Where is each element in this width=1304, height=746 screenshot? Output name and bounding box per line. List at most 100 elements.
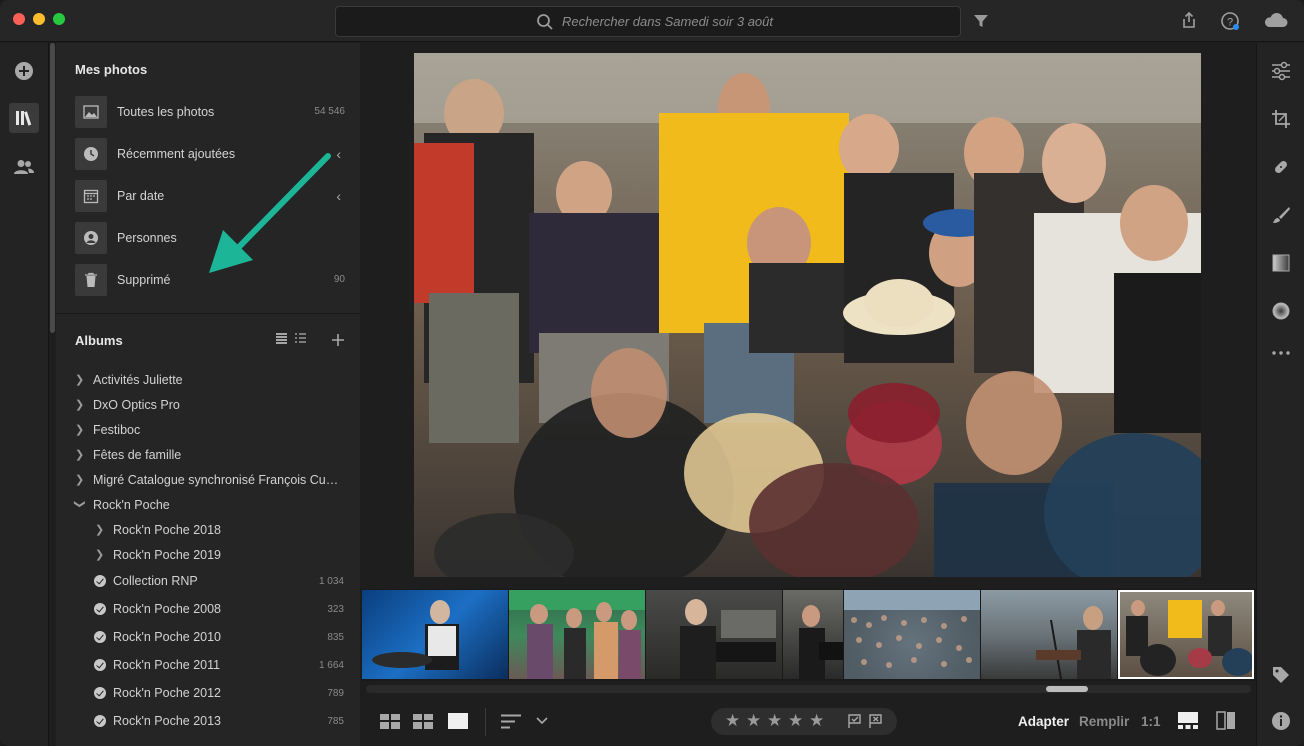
synced-check-icon	[94, 715, 106, 727]
album-count: 1 034	[318, 576, 344, 587]
album-subfolder[interactable]: ❯ Rock'n Poche 2018	[75, 521, 355, 541]
album-item[interactable]: Rock'n Poche 2012 789	[75, 684, 355, 704]
chevron-left-icon[interactable]: ‹	[336, 188, 341, 204]
album-folder[interactable]: ❯ DxO Optics Pro	[75, 396, 355, 416]
album-folder[interactable]: ❯ Migré Catalogue synchronisé François C…	[75, 471, 355, 491]
filmstrip-scrollbar[interactable]	[366, 685, 1251, 693]
one-to-one-button[interactable]: 1:1	[1141, 714, 1161, 729]
radial-gradient-icon[interactable]	[1271, 301, 1291, 321]
star-icon[interactable]: ★	[767, 711, 782, 731]
edit-sliders-icon[interactable]	[1271, 61, 1291, 81]
plus-circle-icon	[15, 62, 33, 80]
chevron-right-icon[interactable]: ❯	[75, 473, 85, 486]
chevron-right-icon[interactable]: ❯	[95, 523, 105, 536]
panel-scrollbar[interactable]	[50, 43, 55, 333]
brush-icon[interactable]	[1271, 205, 1291, 225]
star-icon[interactable]: ★	[809, 711, 824, 731]
add-album-icon[interactable]	[331, 333, 345, 347]
close-window-button[interactable]	[13, 13, 25, 25]
album-subfolder[interactable]: ❯ Rock'n Poche 2019	[75, 546, 355, 566]
help-icon[interactable]: ?	[1220, 11, 1240, 31]
filmstrip-thumbnail[interactable]	[646, 590, 782, 679]
healing-brush-icon[interactable]	[1271, 157, 1291, 177]
chevron-left-icon[interactable]: ‹	[336, 146, 341, 162]
album-label: Collection RNP	[113, 574, 198, 588]
grid-view-icon[interactable]	[413, 714, 433, 729]
chevron-right-icon[interactable]: ❯	[95, 548, 105, 561]
filmstrip-scroll-thumb[interactable]	[1046, 686, 1088, 692]
filmstrip-thumbnail[interactable]	[509, 590, 645, 679]
linear-gradient-icon[interactable]	[1271, 253, 1291, 273]
filmstrip-thumbnail[interactable]	[844, 590, 980, 679]
filmstrip-thumbnail[interactable]	[362, 590, 508, 679]
crowd-photo-image	[414, 53, 1201, 577]
add-photos-button[interactable]	[9, 56, 39, 86]
album-item[interactable]: Rock'n Poche 2008 323	[75, 600, 355, 620]
chevron-down-icon[interactable]: ❯	[74, 500, 87, 510]
calendar-icon	[75, 180, 107, 212]
search-bar[interactable]	[335, 6, 961, 37]
bottom-toolbar: ★ ★ ★ ★ ★ Adapter Remplir 1:1	[361, 698, 1256, 746]
section-divider	[56, 313, 360, 314]
detail-list-icon[interactable]	[294, 332, 307, 344]
album-folder[interactable]: ❯ Activités Juliette	[75, 371, 355, 391]
album-item[interactable]: Rock'n Poche 2010 835	[75, 628, 355, 648]
more-options-icon[interactable]	[1271, 343, 1291, 363]
image-icon	[75, 96, 107, 128]
my-photos-item-all[interactable]: Toutes les photos 54 546	[75, 96, 355, 128]
cloud-sync-icon[interactable]	[1263, 11, 1289, 31]
filmstrip-toggle-icon[interactable]	[1178, 712, 1198, 729]
fill-button[interactable]: Remplir	[1079, 714, 1129, 729]
library-button[interactable]	[9, 103, 39, 133]
info-icon[interactable]	[1271, 711, 1291, 731]
compare-view-icon[interactable]	[1216, 711, 1236, 730]
filmstrip-thumbnail-selected[interactable]	[1118, 590, 1254, 679]
clock-icon	[75, 138, 107, 170]
filter-icon[interactable]	[971, 11, 991, 31]
filmstrip-thumbnail[interactable]	[981, 590, 1117, 679]
chevron-right-icon[interactable]: ❯	[75, 373, 85, 386]
star-icon[interactable]: ★	[788, 711, 803, 731]
people-icon	[14, 160, 34, 174]
chevron-right-icon[interactable]: ❯	[75, 448, 85, 461]
album-folder[interactable]: ❯ Festiboc	[75, 421, 355, 441]
album-label: Rock'n Poche 2011	[113, 658, 221, 672]
library-icon	[16, 111, 32, 126]
main-photo[interactable]	[414, 53, 1201, 577]
sort-icon[interactable]	[501, 714, 523, 729]
search-input[interactable]	[562, 7, 942, 36]
filmstrip-thumbnail[interactable]	[783, 590, 843, 679]
item-count: 54 546	[314, 106, 345, 117]
pick-flag-icon[interactable]	[847, 714, 862, 729]
minimize-window-button[interactable]	[33, 13, 45, 25]
album-label: DxO Optics Pro	[93, 398, 180, 412]
share-icon[interactable]	[1179, 11, 1199, 31]
album-folder-expanded[interactable]: ❯ Rock'n Poche	[74, 496, 355, 516]
albums-heading: Albums	[75, 333, 123, 348]
synced-check-icon	[94, 659, 106, 671]
tag-icon[interactable]	[1271, 665, 1291, 685]
chevron-right-icon[interactable]: ❯	[75, 423, 85, 436]
album-item[interactable]: Rock'n Poche 2011 1 664	[75, 656, 355, 676]
star-icon[interactable]: ★	[725, 711, 740, 731]
detail-view-icon[interactable]	[448, 713, 468, 729]
album-item[interactable]: Rock'n Poche 2013 785	[75, 712, 355, 732]
zoom-window-button[interactable]	[53, 13, 65, 25]
trash-icon	[75, 264, 107, 296]
chevron-right-icon[interactable]: ❯	[75, 398, 85, 411]
album-label: Migré Catalogue synchronisé François Cun…	[93, 473, 343, 487]
title-bar: ?	[0, 0, 1304, 42]
star-icon[interactable]: ★	[746, 711, 761, 731]
crop-icon[interactable]	[1271, 109, 1291, 129]
album-label: Rock'n Poche 2008	[113, 602, 222, 616]
fit-button[interactable]: Adapter	[1018, 714, 1069, 729]
album-label: Rock'n Poche 2010	[113, 630, 222, 644]
people-button[interactable]	[9, 152, 39, 182]
chevron-down-icon[interactable]	[536, 717, 548, 725]
rating-flag-bar: ★ ★ ★ ★ ★	[711, 708, 897, 735]
list-view-icon[interactable]	[275, 332, 288, 344]
album-item[interactable]: Collection RNP 1 034	[75, 572, 355, 592]
album-folder[interactable]: ❯ Fêtes de famille	[75, 446, 355, 466]
reject-flag-icon[interactable]	[868, 714, 883, 729]
square-grid-view-icon[interactable]	[380, 714, 400, 729]
